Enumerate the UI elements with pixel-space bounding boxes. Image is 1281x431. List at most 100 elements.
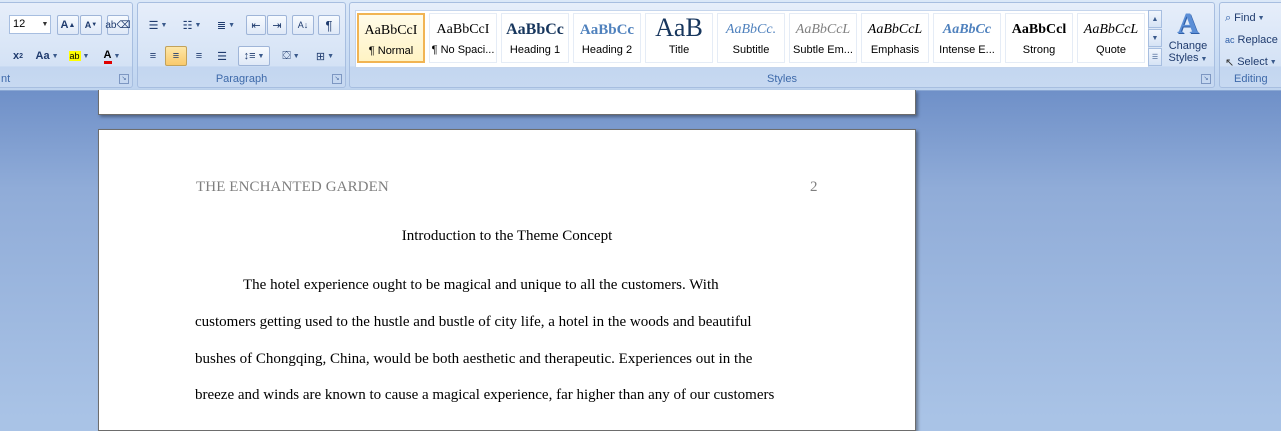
- style-sample: AaBbCc: [506, 21, 564, 38]
- highlight-button[interactable]: ab ▼: [63, 46, 95, 66]
- replace-label: Replace: [1237, 34, 1278, 46]
- change-case-button[interactable]: Aa ▼: [32, 46, 62, 66]
- body-line[interactable]: bushes of Chongqing, China, would be bot…: [195, 351, 752, 368]
- sort-button[interactable]: A↓: [292, 15, 314, 35]
- style-no-spacing[interactable]: AaBbCcI ¶ No Spaci...: [429, 13, 497, 63]
- style-sample: AaBbCcI: [364, 23, 418, 38]
- paragraph-group: ☰ ▼ ☷ ▼ ≣ ▼ ⇤ ⇥ A↓ ¶ ≡ ≡ ≡ ☰ ↕≡ ▼ ⛋ ▼ ⊞ …: [137, 2, 346, 88]
- find-label: Find: [1234, 12, 1256, 24]
- multilevel-list-button[interactable]: ≣ ▼: [210, 15, 242, 35]
- bullets-button[interactable]: ☰ ▼: [142, 15, 174, 35]
- shading-button[interactable]: ⛋ ▼: [275, 46, 307, 66]
- align-center-button[interactable]: ≡: [165, 46, 187, 66]
- grow-font-button[interactable]: A ▲: [57, 15, 79, 35]
- clear-formatting-button[interactable]: ab⌫: [105, 15, 131, 35]
- gallery-down-button[interactable]: ▼: [1148, 29, 1162, 47]
- show-formatting-marks-button[interactable]: ¶: [318, 15, 340, 35]
- body-line[interactable]: customers getting used to the hustle and…: [195, 314, 752, 331]
- gallery-more-button[interactable]: ☰: [1148, 48, 1162, 66]
- style-heading-1[interactable]: AaBbCc Heading 1: [501, 13, 569, 63]
- increase-indent-button[interactable]: ⇥: [267, 15, 287, 35]
- pilcrow-icon: ¶: [325, 17, 333, 33]
- change-styles-label-2: Styles: [1168, 52, 1199, 64]
- style-name: ¶ Normal: [368, 45, 414, 57]
- style-emphasis[interactable]: AaBbCcL Emphasis: [861, 13, 929, 63]
- style-sample: AaBbCcL: [1083, 22, 1139, 37]
- find-button[interactable]: ⌕ Find ▼: [1224, 8, 1281, 28]
- gallery-up-button[interactable]: ▲: [1148, 10, 1162, 28]
- section-title[interactable]: Introduction to the Theme Concept: [99, 228, 915, 245]
- superscript-button[interactable]: x2: [7, 46, 29, 66]
- align-right-icon: ≡: [195, 50, 203, 62]
- style-intense-emphasis[interactable]: AaBbCc Intense E...: [933, 13, 1001, 63]
- editing-group: ⌕ Find ▼ ac Replace ↖ Select ▼ Editing: [1219, 2, 1281, 88]
- style-normal[interactable]: AaBbCcI ¶ Normal: [357, 13, 425, 63]
- styles-dialog-launcher[interactable]: ↘: [1201, 74, 1211, 84]
- style-subtitle[interactable]: AaBbCc. Subtitle: [717, 13, 785, 63]
- style-name: Heading 1: [509, 44, 561, 56]
- previous-page-bottom: [98, 90, 916, 115]
- style-name: ¶ No Spaci...: [431, 44, 495, 56]
- replace-icon: ac: [1225, 35, 1235, 45]
- eraser-icon: ab⌫: [105, 19, 131, 31]
- styles-gallery: AaBbCcI ¶ Normal AaBbCcI ¶ No Spaci... A…: [355, 10, 1149, 68]
- font-size-combo[interactable]: 12 ▼: [9, 15, 51, 34]
- body-line[interactable]: breeze and winds are known to cause a ma…: [195, 387, 774, 404]
- style-strong[interactable]: AaBbCcl Strong: [1005, 13, 1073, 63]
- font-group: 12 ▼ A ▲ A ▼ ab⌫ x2 Aa ▼ ab ▼ A ▼ nt ↘: [0, 2, 133, 88]
- numbering-button[interactable]: ☷ ▼: [176, 15, 208, 35]
- style-name: Subtle Em...: [793, 44, 853, 56]
- shrink-font-button[interactable]: A ▼: [80, 15, 102, 35]
- style-name: Heading 2: [581, 44, 633, 56]
- paragraph-group-label: Paragraph: [215, 73, 268, 85]
- change-styles-icon: A: [1177, 7, 1199, 40]
- select-label: Select: [1237, 56, 1268, 68]
- font-dialog-launcher[interactable]: ↘: [119, 74, 129, 84]
- style-heading-2[interactable]: AaBbCc Heading 2: [573, 13, 641, 63]
- line-spacing-button[interactable]: ↕≡ ▼: [238, 46, 270, 66]
- page-number[interactable]: 2: [810, 179, 818, 196]
- align-left-button[interactable]: ≡: [142, 46, 164, 66]
- ribbon: 12 ▼ A ▲ A ▼ ab⌫ x2 Aa ▼ ab ▼ A ▼ nt ↘ ☰ ▼ ☷ ▼ …: [0, 0, 1281, 91]
- styles-gallery-scroll: ▲ ▼ ☰: [1148, 10, 1162, 68]
- style-quote[interactable]: AaBbCcL Quote: [1077, 13, 1145, 63]
- style-name: Quote: [1096, 44, 1126, 56]
- style-name: Title: [668, 44, 690, 56]
- style-sample: AaB: [655, 14, 703, 42]
- highlighter-icon: ab: [68, 51, 81, 61]
- sort-icon: A↓: [297, 20, 309, 30]
- style-sample: AaBbCcI: [436, 22, 490, 37]
- paragraph-dialog-launcher[interactable]: ↘: [332, 74, 342, 84]
- replace-button[interactable]: ac Replace: [1224, 30, 1281, 50]
- font-group-label: nt: [1, 73, 11, 85]
- change-styles-button[interactable]: A Change Styles ▼: [1165, 8, 1211, 72]
- borders-icon: ⊞: [315, 50, 326, 63]
- align-left-icon: ≡: [149, 50, 157, 62]
- numbered-list-icon: ☷: [182, 19, 193, 32]
- borders-button[interactable]: ⊞ ▼: [309, 46, 341, 66]
- justify-button[interactable]: ☰: [211, 46, 233, 66]
- cursor-arrow-icon: ↖: [1225, 56, 1235, 69]
- document-page[interactable]: THE ENCHANTED GARDEN 2 Introduction to t…: [98, 129, 916, 431]
- styles-group-label: Styles: [767, 73, 797, 85]
- align-center-icon: ≡: [172, 50, 180, 62]
- line-spacing-icon: ↕≡: [243, 50, 256, 62]
- style-sample: AaBbCcL: [867, 22, 923, 37]
- style-sample: AaBbCc: [579, 22, 635, 38]
- style-sample: AaBbCc: [942, 22, 992, 37]
- decrease-indent-button[interactable]: ⇤: [246, 15, 266, 35]
- style-subtle-emphasis[interactable]: AaBbCcL Subtle Em...: [789, 13, 857, 63]
- font-color-icon: A: [103, 49, 112, 64]
- editing-group-label: Editing: [1234, 73, 1268, 85]
- paint-bucket-icon: ⛋: [282, 49, 291, 62]
- style-title[interactable]: AaB Title: [645, 13, 713, 63]
- font-color-button[interactable]: A ▼: [97, 46, 127, 66]
- running-head[interactable]: THE ENCHANTED GARDEN: [196, 179, 389, 196]
- font-size-value: 12: [13, 18, 26, 30]
- align-right-button[interactable]: ≡: [188, 46, 210, 66]
- body-line[interactable]: The hotel experience ought to be magical…: [243, 277, 719, 294]
- bullet-list-icon: ☰: [148, 19, 159, 32]
- increase-indent-icon: ⇥: [272, 19, 282, 32]
- select-button[interactable]: ↖ Select ▼: [1224, 52, 1281, 72]
- chevron-down-icon[interactable]: ▼: [40, 16, 50, 33]
